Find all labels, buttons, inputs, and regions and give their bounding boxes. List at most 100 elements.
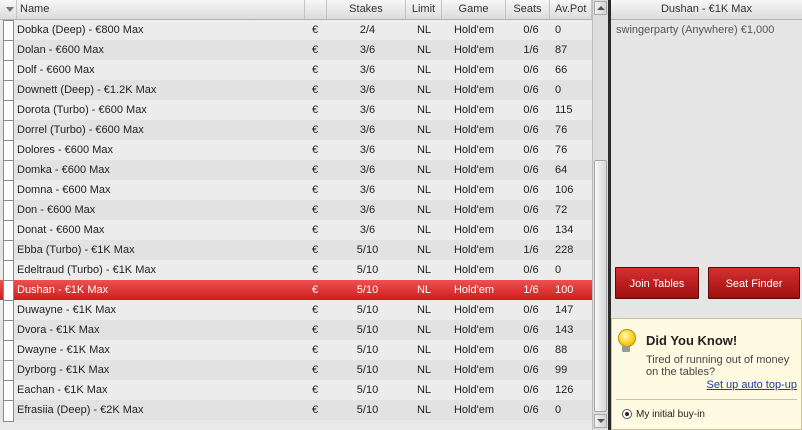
table-row[interactable]: Dorrel (Turbo) - €600 Max €3/6 NL Hold'em 0/… <box>0 120 592 142</box>
header-currency[interactable] <box>305 0 327 19</box>
currency-cell: € <box>312 404 319 416</box>
limit-cell: NL <box>416 344 432 356</box>
seats-cell: 0/6 <box>523 204 539 216</box>
row-checkbox[interactable] <box>3 100 14 122</box>
header-seats[interactable]: Seats <box>506 0 550 19</box>
stakes-cell: 3/6 <box>359 84 376 96</box>
table-row[interactable]: Downett (Deep) - €1.2K Max €3/6 NL Hold'em 0… <box>0 80 592 102</box>
table-row[interactable]: Dobka (Deep) - €800 Max €2/4 NL Hold'em 0/6 0 <box>0 20 592 42</box>
row-checkbox[interactable] <box>3 280 14 302</box>
avpot-cell: 76 <box>555 144 568 156</box>
stakes-cell: 3/6 <box>359 124 376 136</box>
currency-cell: € <box>312 184 319 196</box>
table-row[interactable]: Dushan - €1K Max €5/10 NL Hold'em 1/6 100 <box>0 280 592 302</box>
seats-cell: 1/6 <box>523 44 539 56</box>
table-name-cell: Dyrborg - €1K Max <box>17 364 110 376</box>
seats-cell: 0/6 <box>523 24 539 36</box>
did-you-know-box: Did You Know! Tired of running out of mo… <box>611 318 802 430</box>
row-checkbox[interactable] <box>3 260 14 282</box>
limit-cell: NL <box>416 24 432 36</box>
table-row[interactable]: Donat - €600 Max €3/6 NL Hold'em 0/6 134 <box>0 220 592 242</box>
game-cell: Hold'em <box>453 404 494 416</box>
stakes-cell: 5/10 <box>356 364 379 376</box>
table-rows: Dobka (Deep) - €800 Max €2/4 NL Hold'em 0/6 0… <box>0 20 592 422</box>
row-checkbox[interactable] <box>3 380 14 402</box>
header-avpot[interactable]: Av.Pot <box>550 0 592 19</box>
scroll-up-button[interactable] <box>594 1 607 15</box>
auto-top-up-link[interactable]: Set up auto top-up <box>706 379 797 391</box>
row-checkbox[interactable] <box>3 140 14 162</box>
seats-cell: 0/6 <box>523 384 539 396</box>
row-checkbox[interactable] <box>3 180 14 202</box>
header-stakes[interactable]: Stakes <box>327 0 406 19</box>
currency-cell: € <box>312 324 319 336</box>
stakes-cell: 3/6 <box>359 104 376 116</box>
limit-cell: NL <box>416 124 432 136</box>
table-row[interactable]: Dorota (Turbo) - €600 Max €3/6 NL Hold'em 0/… <box>0 100 592 122</box>
table-row[interactable]: Duwayne - €1K Max €5/10 NL Hold'em 0/6 147 <box>0 300 592 322</box>
join-tables-button[interactable]: Join Tables <box>615 267 699 299</box>
header-name[interactable]: Name <box>17 0 305 19</box>
row-checkbox[interactable] <box>3 220 14 242</box>
avpot-cell: 134 <box>555 224 574 236</box>
arrow-up-icon <box>597 6 605 10</box>
vertical-scrollbar[interactable] <box>592 0 608 430</box>
table-name-cell: Domna - €600 Max <box>17 184 111 196</box>
initial-buy-in-label: My initial buy-in <box>636 409 705 420</box>
row-checkbox[interactable] <box>3 340 14 362</box>
row-checkbox[interactable] <box>3 300 14 322</box>
scroll-down-button[interactable] <box>594 414 607 428</box>
game-cell: Hold'em <box>453 164 494 176</box>
header-game[interactable]: Game <box>442 0 506 19</box>
stakes-cell: 3/6 <box>359 64 376 76</box>
header-limit[interactable]: Limit <box>406 0 442 19</box>
table-row[interactable]: Edeltraud (Turbo) - €1K Max €5/10 NL Hold'e… <box>0 260 592 282</box>
table-row[interactable]: Dwayne - €1K Max €5/10 NL Hold'em 0/6 88 <box>0 340 592 362</box>
table-row[interactable]: Domka - €600 Max €3/6 NL Hold'em 0/6 64 <box>0 160 592 182</box>
row-checkbox[interactable] <box>3 320 14 342</box>
row-checkbox[interactable] <box>3 360 14 382</box>
stakes-cell: 5/10 <box>356 304 379 316</box>
did-you-know-title: Did You Know! <box>646 333 738 348</box>
row-checkbox[interactable] <box>3 40 14 62</box>
row-checkbox[interactable] <box>3 200 14 222</box>
row-checkbox[interactable] <box>3 80 14 102</box>
table-row[interactable]: Dvora - €1K Max €5/10 NL Hold'em 0/6 143 <box>0 320 592 342</box>
table-row[interactable]: Dolan - €600 Max €3/6 NL Hold'em 1/6 87 <box>0 40 592 62</box>
table-row[interactable]: Dyrborg - €1K Max €5/10 NL Hold'em 0/6 99 <box>0 360 592 382</box>
stakes-cell: 5/10 <box>356 324 379 336</box>
table-name-cell: Donat - €600 Max <box>17 224 105 236</box>
avpot-cell: 143 <box>555 324 574 336</box>
avpot-cell: 76 <box>555 124 568 136</box>
currency-cell: € <box>312 244 319 256</box>
avpot-cell: 66 <box>555 64 568 76</box>
scrollbar-thumb[interactable] <box>594 160 607 412</box>
game-cell: Hold'em <box>453 124 494 136</box>
did-you-know-text: Tired of running out of money on the tab… <box>646 354 790 378</box>
row-checkbox[interactable] <box>3 160 14 182</box>
seats-cell: 0/6 <box>523 224 539 236</box>
seat-finder-button[interactable]: Seat Finder <box>708 267 800 299</box>
row-checkbox[interactable] <box>3 120 14 142</box>
game-cell: Hold'em <box>453 84 494 96</box>
table-name-cell: Edeltraud (Turbo) - €1K Max <box>17 264 156 276</box>
table-row[interactable]: Efrasiia (Deep) - €2K Max €5/10 NL Hold'em 0… <box>0 400 592 422</box>
row-checkbox[interactable] <box>3 240 14 262</box>
row-checkbox[interactable] <box>3 20 14 42</box>
table-row[interactable]: Dolores - €600 Max €3/6 NL Hold'em 0/6 76 <box>0 140 592 162</box>
table-row[interactable]: Dolf - €600 Max €3/6 NL Hold'em 0/6 66 <box>0 60 592 82</box>
avpot-cell: 0 <box>555 84 562 96</box>
table-name-cell: Downett (Deep) - €1.2K Max <box>17 84 157 96</box>
initial-buy-in-option[interactable]: My initial buy-in <box>622 409 705 420</box>
table-row[interactable]: Eachan - €1K Max €5/10 NL Hold'em 0/6 126 <box>0 380 592 402</box>
table-name-cell: Dolf - €600 Max <box>17 64 95 76</box>
row-checkbox[interactable] <box>3 60 14 82</box>
table-name-cell: Ebba (Turbo) - €1K Max <box>17 244 135 256</box>
stakes-cell: 3/6 <box>359 44 376 56</box>
table-row[interactable]: Ebba (Turbo) - €1K Max €5/10 NL Hold'em 1/6 2… <box>0 240 592 262</box>
table-row[interactable]: Domna - €600 Max €3/6 NL Hold'em 0/6 106 <box>0 180 592 202</box>
radio-button[interactable] <box>622 409 632 420</box>
table-row[interactable]: Don - €600 Max €3/6 NL Hold'em 0/6 72 <box>0 200 592 222</box>
game-cell: Hold'em <box>453 304 494 316</box>
row-checkbox[interactable] <box>3 400 14 422</box>
